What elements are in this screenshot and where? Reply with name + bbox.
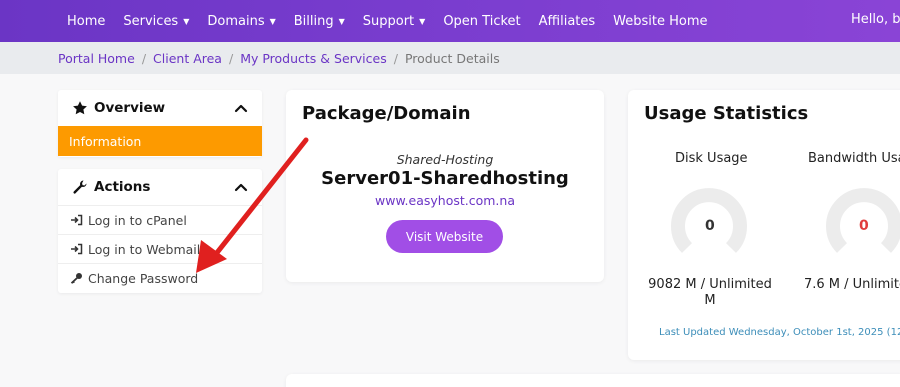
key-icon: [70, 272, 83, 284]
disk-usage-label: Disk Usage: [675, 151, 748, 166]
overview-title: Overview: [94, 100, 166, 116]
nav-affiliates[interactable]: Affiliates: [530, 14, 605, 29]
star-icon: [72, 100, 88, 116]
breadcrumb-separator: /: [393, 50, 398, 66]
bottom-card: [286, 374, 900, 387]
user-greeting-menu[interactable]: Hello, br: [851, 12, 900, 27]
package-type: Shared-Hosting: [396, 152, 494, 167]
nav-billing[interactable]: Billing ▼: [285, 14, 354, 29]
breadcrumb-separator: /: [228, 50, 234, 66]
action-login-webmail[interactable]: Log in to Webmail: [58, 234, 262, 263]
caret-down-icon: ▼: [419, 16, 426, 26]
package-domain-card: Package/Domain Shared-Hosting Server01-S…: [286, 90, 604, 282]
breadcrumb-client-area[interactable]: Client Area: [153, 51, 222, 66]
bandwidth-usage-value: 0: [859, 218, 869, 234]
caret-down-icon: ▼: [269, 16, 276, 26]
actions-header[interactable]: Actions: [58, 169, 262, 205]
disk-usage-value: 0: [705, 218, 715, 234]
actions-title: Actions: [94, 179, 151, 195]
breadcrumb-current: Product Details: [404, 50, 500, 66]
package-domain-link[interactable]: www.easyhost.com.na: [286, 193, 604, 208]
caret-down-icon: ▼: [183, 16, 190, 26]
bandwidth-usage-label: Bandwidth Usa: [808, 151, 900, 166]
usage-title: Usage Statistics: [644, 103, 809, 124]
package-name: Server01-Sharedhosting: [321, 168, 569, 189]
nav-domains[interactable]: Domains ▼: [198, 14, 284, 29]
caret-down-icon: ▼: [338, 16, 345, 26]
top-navbar: Home Services ▼ Domains ▼ Billing ▼ Support…: [0, 0, 900, 42]
breadcrumb-separator: /: [141, 50, 147, 66]
nav-website-home[interactable]: Website Home: [604, 14, 716, 29]
usage-statistics-card: Usage Statistics Disk Usage 0 9082 M / U…: [628, 90, 900, 360]
disk-usage-amount: 9082 M / Unlimited M: [648, 277, 772, 308]
nav-home[interactable]: Home: [58, 14, 114, 29]
action-label: Change Password: [88, 270, 199, 286]
overview-header[interactable]: Overview: [58, 90, 262, 126]
sidebar-item-information[interactable]: Information: [58, 126, 262, 156]
chevron-up-icon[interactable]: [234, 180, 248, 194]
nav-menu: Home Services ▼ Domains ▼ Billing ▼ Support…: [58, 14, 717, 29]
breadcrumb: Portal Home / Client Area / My Products …: [0, 42, 900, 74]
action-change-password[interactable]: Change Password: [58, 263, 262, 292]
bandwidth-usage-amount: 7.6 M / Unlimite: [804, 277, 900, 292]
nav-open-ticket[interactable]: Open Ticket: [434, 14, 529, 29]
action-login-cpanel[interactable]: Log in to cPanel: [58, 205, 262, 234]
action-label: Log in to Webmail: [88, 241, 201, 257]
nav-support[interactable]: Support ▼: [354, 14, 435, 29]
wrench-icon: [72, 179, 88, 195]
action-label: Log in to cPanel: [88, 212, 187, 228]
package-title: Package/Domain: [302, 103, 471, 124]
visit-website-button[interactable]: Visit Website: [386, 220, 503, 253]
actions-panel: Actions Log in to cPanel Log in to Webma…: [58, 169, 262, 293]
breadcrumb-products-services[interactable]: My Products & Services: [240, 51, 387, 66]
breadcrumb-portal-home[interactable]: Portal Home: [58, 51, 135, 66]
overview-panel: Overview Information: [58, 90, 262, 157]
last-updated-text: Last Updated Wednesday, October 1st, 202…: [659, 327, 900, 338]
sign-in-icon: [70, 214, 83, 226]
nav-services[interactable]: Services ▼: [114, 14, 198, 29]
sign-in-icon: [70, 243, 83, 255]
chevron-up-icon[interactable]: [234, 101, 248, 115]
